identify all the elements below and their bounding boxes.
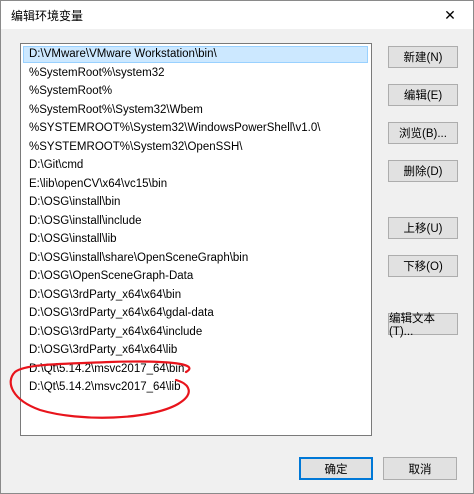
edit-env-variable-dialog: 编辑环境变量 ✕ D:\VMware\VMware Workstation\bi…: [0, 0, 474, 494]
list-item[interactable]: D:\OSG\install\lib: [23, 231, 368, 248]
title-bar: 编辑环境变量 ✕: [1, 1, 473, 29]
list-item[interactable]: D:\Git\cmd: [23, 157, 368, 174]
edit-button[interactable]: 编辑(E): [388, 84, 458, 106]
list-item[interactable]: %SystemRoot%\system32: [23, 65, 368, 82]
list-item[interactable]: D:\VMware\VMware Workstation\bin\: [23, 46, 368, 63]
list-item[interactable]: %SYSTEMROOT%\System32\OpenSSH\: [23, 139, 368, 156]
ok-button[interactable]: 确定: [299, 457, 373, 480]
edit-text-button[interactable]: 编辑文本(T)...: [388, 313, 458, 338]
new-button[interactable]: 新建(N): [388, 46, 458, 68]
path-list[interactable]: D:\VMware\VMware Workstation\bin\ %Syste…: [20, 43, 372, 436]
list-item[interactable]: %SYSTEMROOT%\System32\WindowsPowerShell\…: [23, 120, 368, 137]
move-up-button[interactable]: 上移(U): [388, 217, 458, 239]
browse-button[interactable]: 浏览(B)...: [388, 122, 458, 144]
list-item[interactable]: E:\lib\openCV\x64\vc15\bin: [23, 176, 368, 193]
list-item[interactable]: D:\OSG\install\bin: [23, 194, 368, 211]
list-item[interactable]: %SystemRoot%: [23, 83, 368, 100]
move-down-button[interactable]: 下移(O): [388, 255, 458, 277]
list-item[interactable]: D:\OSG\3rdParty_x64\x64\lib: [23, 342, 368, 359]
list-item[interactable]: %SystemRoot%\System32\Wbem: [23, 102, 368, 119]
window-title: 编辑环境变量: [11, 9, 84, 23]
list-item[interactable]: D:\OSG\install\share\OpenSceneGraph\bin: [23, 250, 368, 267]
list-item[interactable]: D:\OSG\3rdParty_x64\x64\gdal-data: [23, 305, 368, 322]
list-item[interactable]: D:\Qt\5.14.2\msvc2017_64\lib: [23, 379, 368, 396]
delete-button[interactable]: 删除(D): [388, 160, 458, 182]
list-item[interactable]: D:\OSG\install\include: [23, 213, 368, 230]
close-icon[interactable]: ✕: [427, 1, 473, 29]
list-item[interactable]: D:\OSG\3rdParty_x64\x64\include: [23, 324, 368, 341]
list-item[interactable]: D:\OSG\OpenSceneGraph-Data: [23, 268, 368, 285]
cancel-button[interactable]: 取消: [383, 457, 457, 480]
list-item[interactable]: D:\Qt\5.14.2\msvc2017_64\bin: [23, 361, 368, 378]
list-item[interactable]: D:\OSG\3rdParty_x64\x64\bin: [23, 287, 368, 304]
